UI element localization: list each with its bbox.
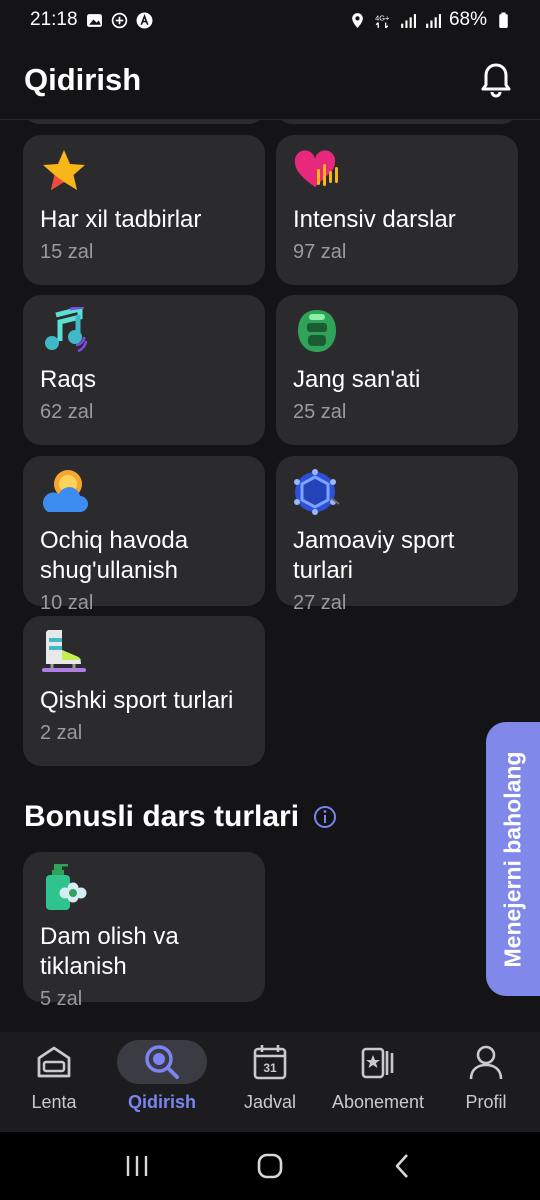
volleyball-icon — [294, 469, 340, 515]
bottom-nav: Lenta Qidirish 31 Jadval Abonement Profi… — [0, 1032, 540, 1132]
nav-label: Profil — [465, 1092, 507, 1112]
category-card[interactable]: Jamoaviy sport turlari 27 zal — [276, 456, 518, 614]
bonus-category-card[interactable]: Dam olish va tiklanish 5 zal — [23, 852, 265, 1010]
category-name: Qishki sport turlari — [40, 687, 234, 714]
category-name: Jang san'ati — [293, 366, 421, 393]
profile-icon — [469, 1045, 503, 1080]
app-header: Qidirish — [0, 40, 540, 120]
category-name: Raqs — [40, 366, 97, 393]
feed-icon — [37, 1046, 71, 1078]
category-card[interactable]: Har xil tadbirlar 15 zal — [23, 135, 265, 285]
signal-icon-2 — [426, 13, 441, 28]
nav-icon-wrap — [333, 1040, 423, 1084]
search-icon — [145, 1045, 179, 1079]
gallery-icon — [86, 13, 102, 27]
bell-icon[interactable] — [476, 60, 516, 100]
category-name: Intensiv darslar — [293, 206, 456, 233]
rate-manager-button[interactable]: Menejerni baholang — [486, 722, 540, 996]
bonus-section-header: Bonusli dars turlari — [24, 800, 337, 834]
category-name: Har xil tadbirlar — [40, 206, 202, 233]
nav-label: Qidirish — [127, 1092, 196, 1112]
category-list[interactable]: Har xil tadbirlar 15 zal Intensiv darsla… — [0, 120, 540, 1032]
nav-label: Abonement — [331, 1092, 425, 1112]
notification-app-icon — [111, 12, 127, 28]
nav-item-qidirish[interactable]: Qidirish — [109, 1040, 215, 1113]
nav-icon-wrap — [441, 1040, 531, 1084]
calendar-day: 31 — [263, 1061, 277, 1075]
category-count: 10 zal — [40, 592, 94, 614]
category-count: 5 zal — [40, 988, 83, 1010]
sun-cloud-icon — [42, 470, 88, 512]
status-left: 21:18 — [30, 9, 153, 31]
lte-icon: 4G+ — [375, 13, 389, 28]
battery-level: 68% — [448, 9, 487, 30]
card-peek-left — [23, 120, 265, 124]
nav-icon-wrap — [9, 1040, 99, 1084]
nav-item-jadval[interactable]: 31 Jadval — [217, 1040, 323, 1113]
category-name: Ochiq havoda shug'ullanish — [40, 527, 189, 584]
status-bar: 21:18 4G+ 68% — [0, 0, 540, 40]
star-icon — [43, 150, 85, 190]
ice-skate-icon — [42, 630, 86, 672]
category-count: 97 zal — [293, 241, 347, 263]
category-card[interactable]: Jang san'ati 25 zal — [276, 295, 518, 445]
membership-card-icon — [361, 1047, 394, 1079]
category-count: 25 zal — [293, 401, 347, 423]
info-icon[interactable] — [313, 805, 337, 829]
category-card[interactable]: Raqs 62 zal — [23, 295, 265, 445]
nav-item-abonement[interactable]: Abonement — [325, 1040, 431, 1113]
category-name: Jamoaviy sport turlari — [293, 527, 455, 584]
home-icon[interactable] — [255, 1151, 285, 1181]
location-icon — [352, 12, 363, 28]
category-count: 15 zal — [40, 241, 94, 263]
page-title: Qidirish — [24, 61, 142, 97]
nav-item-lenta[interactable]: Lenta — [1, 1040, 107, 1113]
rate-manager-label: Menejerni baholang — [499, 751, 526, 967]
spa-bottle-icon — [46, 864, 87, 910]
category-card[interactable]: Intensiv darslar 97 zal — [276, 135, 518, 285]
calendar-icon: 31 — [253, 1045, 287, 1080]
nav-label: Jadval — [243, 1092, 297, 1112]
back-icon[interactable] — [388, 1151, 418, 1181]
battery-icon — [499, 12, 508, 28]
nav-label: Lenta — [31, 1092, 77, 1112]
category-count: 27 zal — [293, 592, 347, 614]
status-right: 4G+ 68% — [349, 9, 512, 31]
app-a-icon — [136, 12, 153, 28]
bonus-section-title: Bonusli dars turlari — [24, 800, 300, 833]
category-name: Dam olish va tiklanish — [40, 923, 179, 980]
boxing-helmet-icon — [298, 310, 336, 352]
category-card[interactable]: Qishki sport turlari 2 zal — [23, 616, 265, 766]
heartbeat-icon — [294, 150, 338, 187]
card-peek-right — [276, 120, 518, 124]
system-nav-bar — [0, 1132, 540, 1200]
category-count: 62 zal — [40, 401, 94, 423]
category-card[interactable]: Ochiq havoda shug'ullanish 10 zal — [23, 456, 265, 614]
music-note-icon — [45, 307, 88, 353]
svg-text:4G+: 4G+ — [375, 13, 389, 22]
nav-icon-wrap — [117, 1040, 207, 1084]
nav-item-profil[interactable]: Profil — [433, 1040, 539, 1113]
signal-icon-1 — [401, 13, 416, 28]
recent-apps-icon[interactable] — [122, 1151, 152, 1181]
nav-icon-wrap: 31 — [225, 1040, 315, 1084]
category-count: 2 zal — [40, 722, 83, 744]
status-time: 21:18 — [30, 9, 78, 30]
